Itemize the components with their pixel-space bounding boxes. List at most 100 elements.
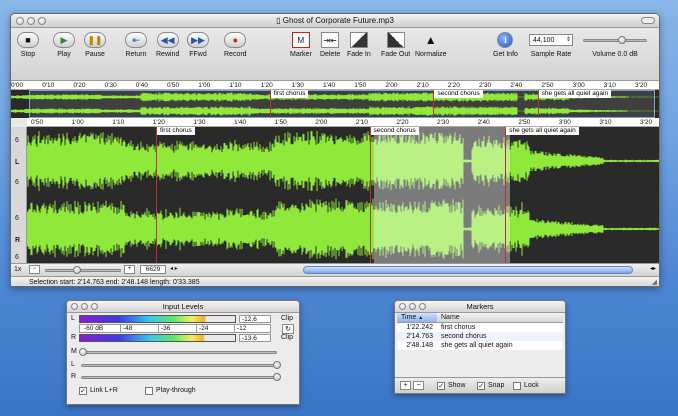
horizontal-scrollbar[interactable] bbox=[303, 266, 633, 274]
close-button[interactable] bbox=[16, 17, 24, 25]
scrollbar-arrows-icon[interactable]: ◂▸ bbox=[650, 265, 656, 272]
link-lr-checkbox[interactable]: ✓ bbox=[79, 387, 87, 395]
play-through-checkbox[interactable] bbox=[145, 387, 153, 395]
right-peak-value: -13.6 bbox=[239, 334, 271, 342]
left-clip-label: Clip bbox=[281, 315, 294, 322]
ruler-tick-label: 2'40 bbox=[510, 82, 523, 89]
toolbar-toggle-button[interactable] bbox=[641, 17, 655, 24]
play-button[interactable]: ▶ Play bbox=[53, 32, 75, 58]
left-meter-label: L bbox=[71, 315, 75, 322]
left-channel-label: L bbox=[15, 159, 20, 166]
add-marker-button[interactable]: + bbox=[400, 381, 411, 390]
time-column-header[interactable]: Time ▲ bbox=[397, 313, 437, 323]
marker-label[interactable]: she gets all quiet again bbox=[506, 127, 579, 135]
overview-marker-label[interactable]: she gets all quiet again bbox=[538, 90, 612, 98]
left-gain-knob[interactable] bbox=[273, 361, 281, 369]
ruler-tick-label: 1'40 bbox=[234, 119, 247, 126]
minimize-button[interactable] bbox=[409, 303, 416, 310]
overview-ruler[interactable]: 0'00 0'10 0'20 0'30 0'40 0'50 1'00 1'10 1'20 1'30… bbox=[11, 81, 659, 90]
show-checkbox[interactable]: ✓ bbox=[437, 382, 445, 390]
zoom-value-field[interactable]: 6629 bbox=[140, 265, 166, 274]
ruler-tick-label: 0'00 bbox=[11, 82, 24, 89]
marker-label[interactable]: second chorus bbox=[370, 127, 419, 135]
zoom-button[interactable] bbox=[91, 303, 98, 310]
snap-label: Snap bbox=[488, 382, 505, 389]
left-gain-slider[interactable] bbox=[81, 364, 277, 367]
marker-name: first chorus bbox=[441, 324, 476, 331]
remove-marker-button[interactable]: − bbox=[413, 381, 424, 390]
overview-marker-label[interactable]: second chorus bbox=[434, 90, 483, 98]
zoom-in-icon[interactable]: + bbox=[124, 265, 135, 274]
delete-icon: ⇥⇤ bbox=[321, 32, 340, 48]
snap-checkbox[interactable]: ✓ bbox=[477, 382, 485, 390]
reset-clip-icon[interactable]: ↻ bbox=[282, 324, 294, 334]
main-waveform[interactable]: first chorus second chorus she gets all qu… bbox=[27, 127, 659, 263]
lock-checkbox[interactable] bbox=[513, 382, 521, 390]
marker-line[interactable] bbox=[156, 127, 158, 263]
title-bar: ▯ Ghost of Corporate Future.mp3 bbox=[11, 14, 659, 28]
ffwd-button[interactable]: ▶▶ FFwd bbox=[187, 32, 209, 58]
zoom-button[interactable] bbox=[419, 303, 426, 310]
pause-button[interactable]: ❚❚ Pause bbox=[84, 32, 106, 58]
overview-marker-label[interactable]: first chorus bbox=[270, 90, 309, 98]
marker-line[interactable] bbox=[505, 127, 507, 263]
channel-waveform bbox=[27, 198, 659, 260]
ruler-tick-label: 2'30 bbox=[479, 82, 492, 89]
channel-waveform bbox=[11, 106, 659, 116]
fade-out-button[interactable]: Fade Out bbox=[381, 32, 410, 58]
marker-label[interactable]: first chorus bbox=[157, 127, 195, 135]
left-scale-top: 6 bbox=[15, 137, 19, 144]
marker-line[interactable] bbox=[369, 127, 371, 263]
ruler-tick-label: 3'10 bbox=[599, 119, 612, 126]
master-gain-slider[interactable] bbox=[81, 351, 277, 354]
ruler-tick-label: 1'40 bbox=[323, 82, 336, 89]
return-button[interactable]: ⇤ Return bbox=[125, 32, 147, 58]
right-scale-bottom: 6 bbox=[15, 254, 19, 261]
scroll-arrows-icon[interactable]: ◂ ▸ bbox=[170, 265, 178, 272]
volume-slider[interactable] bbox=[579, 32, 651, 48]
marker-row[interactable]: 2'14.763 second chorus bbox=[397, 332, 563, 341]
zoom-out-icon[interactable]: − bbox=[29, 265, 40, 274]
zoom-slider-knob[interactable] bbox=[73, 266, 81, 274]
selection-status: Selection start: 2'14.763 end: 2'48.148 … bbox=[29, 279, 200, 286]
resize-grip-icon[interactable]: ◢ bbox=[652, 277, 657, 286]
master-gain-knob[interactable] bbox=[79, 348, 87, 356]
delete-button[interactable]: ⇥⇤ Delete bbox=[320, 32, 340, 58]
zoom-slider[interactable] bbox=[45, 269, 121, 272]
link-lr-label: Link L+R bbox=[90, 387, 118, 394]
minimize-button[interactable] bbox=[81, 303, 88, 310]
normalize-button[interactable]: ▲ Normalize bbox=[415, 32, 447, 58]
marker-time: 1'22.242 bbox=[406, 324, 433, 331]
zoom-button[interactable] bbox=[38, 17, 46, 25]
fade-in-button[interactable]: Fade In bbox=[347, 32, 371, 58]
level-scale: -60 dB -48 -36 -24 -12 bbox=[79, 324, 271, 333]
ruler-tick-label: 1'30 bbox=[291, 82, 304, 89]
marker-row[interactable]: 2'48.148 she gets all quiet again bbox=[397, 341, 563, 350]
rewind-button[interactable]: ◀◀ Rewind bbox=[156, 32, 179, 58]
level-scale-label: -36 bbox=[158, 325, 170, 332]
right-channel-label: R bbox=[15, 237, 21, 244]
marker-row[interactable]: 1'22.242 first chorus bbox=[397, 322, 563, 332]
sample-rate-control: 44,100 ⇕ Sample Rate bbox=[529, 32, 573, 58]
right-gain-slider[interactable] bbox=[81, 376, 277, 379]
right-clip-label: Clip bbox=[281, 334, 294, 341]
ruler-tick-label: 2'20 bbox=[396, 119, 409, 126]
sample-rate-select[interactable]: 44,100 ⇕ bbox=[529, 34, 573, 46]
overview-waveform[interactable]: first chorus second chorus she gets all qu… bbox=[11, 90, 659, 118]
minimize-button[interactable] bbox=[27, 17, 35, 25]
close-button[interactable] bbox=[71, 303, 78, 310]
selection-region[interactable] bbox=[374, 127, 510, 263]
right-gain-knob[interactable] bbox=[273, 373, 281, 381]
record-button[interactable]: ● Record bbox=[224, 32, 247, 58]
window-title: Ghost of Corporate Future.mp3 bbox=[282, 16, 394, 25]
name-column-header[interactable]: Name bbox=[437, 313, 563, 323]
volume-knob[interactable] bbox=[617, 36, 626, 44]
stop-button[interactable]: ■ Stop bbox=[17, 32, 39, 58]
get-info-button[interactable]: i Get Info bbox=[493, 32, 518, 58]
marker-time: 2'14.763 bbox=[406, 333, 433, 340]
marker-name: she gets all quiet again bbox=[441, 342, 513, 349]
close-button[interactable] bbox=[399, 303, 406, 310]
timeline-ruler[interactable]: 0'50 1'00 1'10 1'20 1'30 1'40 1'50 2'00 2'10 2'20… bbox=[27, 118, 659, 127]
marker-button[interactable]: M Marker bbox=[290, 32, 312, 58]
level-scale-label: -12 bbox=[234, 325, 246, 332]
